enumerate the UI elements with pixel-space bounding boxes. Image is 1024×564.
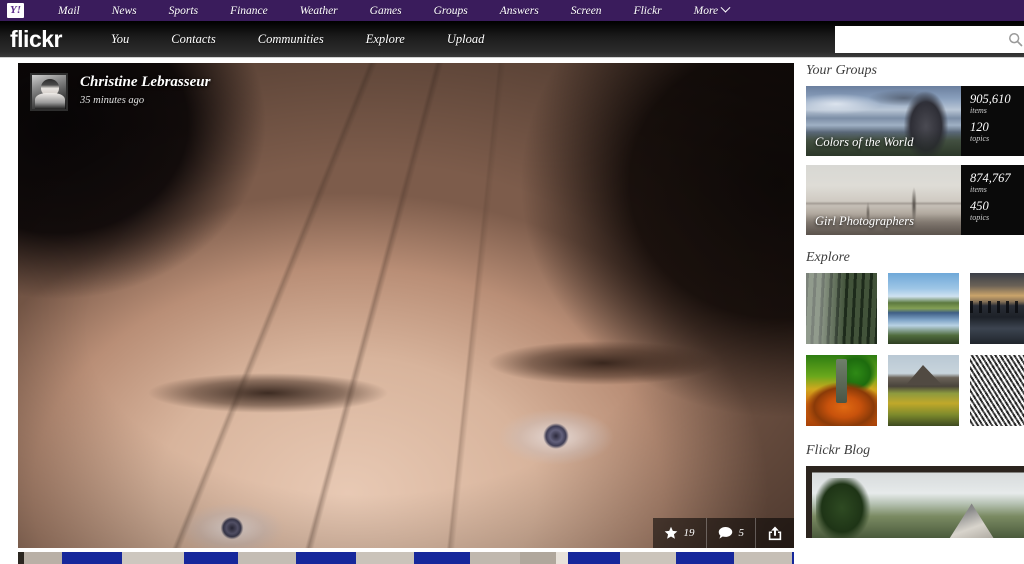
share-button[interactable] xyxy=(755,518,794,548)
yahoo-nav-news[interactable]: News xyxy=(96,5,153,17)
photo-image-content xyxy=(18,63,794,548)
group-items-label: items xyxy=(970,106,1024,115)
filmstrip-segment-4[interactable] xyxy=(184,552,238,564)
photo-filmstrip[interactable] xyxy=(18,552,794,564)
explore-thumb-autumn-tree-swirl[interactable] xyxy=(806,355,877,426)
filmstrip-segment-5[interactable] xyxy=(238,552,296,564)
group-topics-label: topics xyxy=(970,134,1024,143)
group-topics-count: 120 xyxy=(970,121,1024,134)
flickr-blog-heading: Flickr Blog xyxy=(806,443,1024,459)
yahoo-nav-groups[interactable]: Groups xyxy=(418,5,484,17)
group-thumbnail: Girl Photographers xyxy=(806,165,961,235)
group-topics-count: 450 xyxy=(970,200,1024,213)
group-topics-label: topics xyxy=(970,213,1024,222)
filmstrip-segment-9[interactable] xyxy=(470,552,520,564)
filmstrip-segment-3[interactable] xyxy=(122,552,184,564)
main-photo[interactable]: Christine Lebrasseur 35 minutes ago 19 5 xyxy=(18,63,794,548)
group-name: Colors of the World xyxy=(815,135,914,150)
explore-thumb-bw-architecture-pattern[interactable] xyxy=(970,355,1024,426)
group-card-colors-of-the-world[interactable]: Colors of the World 905,610 items 120 to… xyxy=(806,86,1024,156)
photo-timestamp: 35 minutes ago xyxy=(80,95,210,106)
group-items-count: 874,767 xyxy=(970,172,1024,185)
fave-count: 19 xyxy=(684,527,695,539)
filmstrip-segment-16[interactable] xyxy=(792,552,794,564)
yahoo-nav-screen[interactable]: Screen xyxy=(555,5,618,17)
chevron-down-icon xyxy=(721,3,731,13)
yahoo-nav-sports[interactable]: Sports xyxy=(153,5,214,17)
attribution-text: Christine Lebrasseur 35 minutes ago xyxy=(80,73,210,106)
photo-attribution: Christine Lebrasseur 35 minutes ago xyxy=(30,73,210,111)
group-thumbnail: Colors of the World xyxy=(806,86,961,156)
flickr-logo[interactable]: flickr xyxy=(10,28,62,51)
nav-item-contacts[interactable]: Contacts xyxy=(150,32,236,47)
your-groups-heading: Your Groups xyxy=(806,63,1024,79)
filmstrip-segment-8[interactable] xyxy=(414,552,470,564)
group-items-label: items xyxy=(970,185,1024,194)
yahoo-nav-answers[interactable]: Answers xyxy=(484,5,555,17)
group-name: Girl Photographers xyxy=(815,214,914,229)
nav-item-you[interactable]: You xyxy=(90,32,150,47)
group-card-girl-photographers[interactable]: Girl Photographers 874,767 items 450 top… xyxy=(806,165,1024,235)
group-items-count: 905,610 xyxy=(970,93,1024,106)
filmstrip-segment-15[interactable] xyxy=(734,552,792,564)
yahoo-nav-more-label: More xyxy=(694,5,718,17)
author-avatar[interactable] xyxy=(30,73,68,111)
yahoo-nav-games[interactable]: Games xyxy=(354,5,418,17)
nav-item-upload[interactable]: Upload xyxy=(426,32,506,47)
yahoo-nav-weather[interactable]: Weather xyxy=(284,5,354,17)
sidebar: Your Groups Colors of the World 905,610 … xyxy=(806,63,1024,564)
yahoo-nav-finance[interactable]: Finance xyxy=(214,5,284,17)
yahoo-nav-more[interactable]: More xyxy=(678,5,745,17)
filmstrip-segment-12[interactable] xyxy=(568,552,620,564)
filmstrip-segment-13[interactable] xyxy=(620,552,676,564)
filmstrip-segment-7[interactable] xyxy=(356,552,414,564)
flickr-header: flickr You Contacts Communities Explore … xyxy=(0,21,1024,58)
filmstrip-segment-14[interactable] xyxy=(676,552,734,564)
explore-thumb-pier-at-dusk[interactable] xyxy=(970,273,1024,344)
search-input[interactable] xyxy=(835,26,1006,53)
comment-icon xyxy=(718,526,733,540)
search-icon[interactable] xyxy=(1006,26,1024,53)
comment-count: 5 xyxy=(739,527,745,539)
explore-thumb-misty-forest-sunbeams[interactable] xyxy=(806,273,877,344)
comment-button[interactable]: 5 xyxy=(706,518,756,548)
flickr-main-nav: You Contacts Communities Explore Upload xyxy=(90,32,505,47)
fave-button[interactable]: 19 xyxy=(653,518,706,548)
photo-engagement-bar: 19 5 xyxy=(653,518,795,548)
filmstrip-segment-1[interactable] xyxy=(24,552,62,564)
star-icon xyxy=(664,526,678,540)
nav-item-communities[interactable]: Communities xyxy=(237,32,345,47)
yahoo-logo-icon[interactable]: Y! xyxy=(7,3,24,18)
yahoo-nav-bar: Y! Mail News Sports Finance Weather Game… xyxy=(0,0,1024,21)
group-stats: 905,610 items 120 topics xyxy=(961,86,1024,156)
share-icon xyxy=(767,526,783,541)
filmstrip-segment-6[interactable] xyxy=(296,552,356,564)
author-name[interactable]: Christine Lebrasseur xyxy=(80,74,210,91)
yahoo-nav-flickr[interactable]: Flickr xyxy=(618,5,678,17)
group-stats: 874,767 items 450 topics xyxy=(961,165,1024,235)
search-box[interactable] xyxy=(835,26,1024,53)
nav-item-explore[interactable]: Explore xyxy=(345,32,426,47)
filmstrip-segment-11[interactable] xyxy=(556,552,568,564)
explore-thumbnail-grid xyxy=(806,273,1024,426)
explore-thumb-lake-reflection-trees[interactable] xyxy=(888,273,959,344)
blog-featured-image[interactable] xyxy=(806,466,1024,538)
explore-heading: Explore xyxy=(806,250,1024,266)
yahoo-nav-mail[interactable]: Mail xyxy=(42,5,96,17)
filmstrip-segment-10[interactable] xyxy=(520,552,556,564)
filmstrip-segment-2[interactable] xyxy=(62,552,122,564)
explore-thumb-mountain-wetland[interactable] xyxy=(888,355,959,426)
